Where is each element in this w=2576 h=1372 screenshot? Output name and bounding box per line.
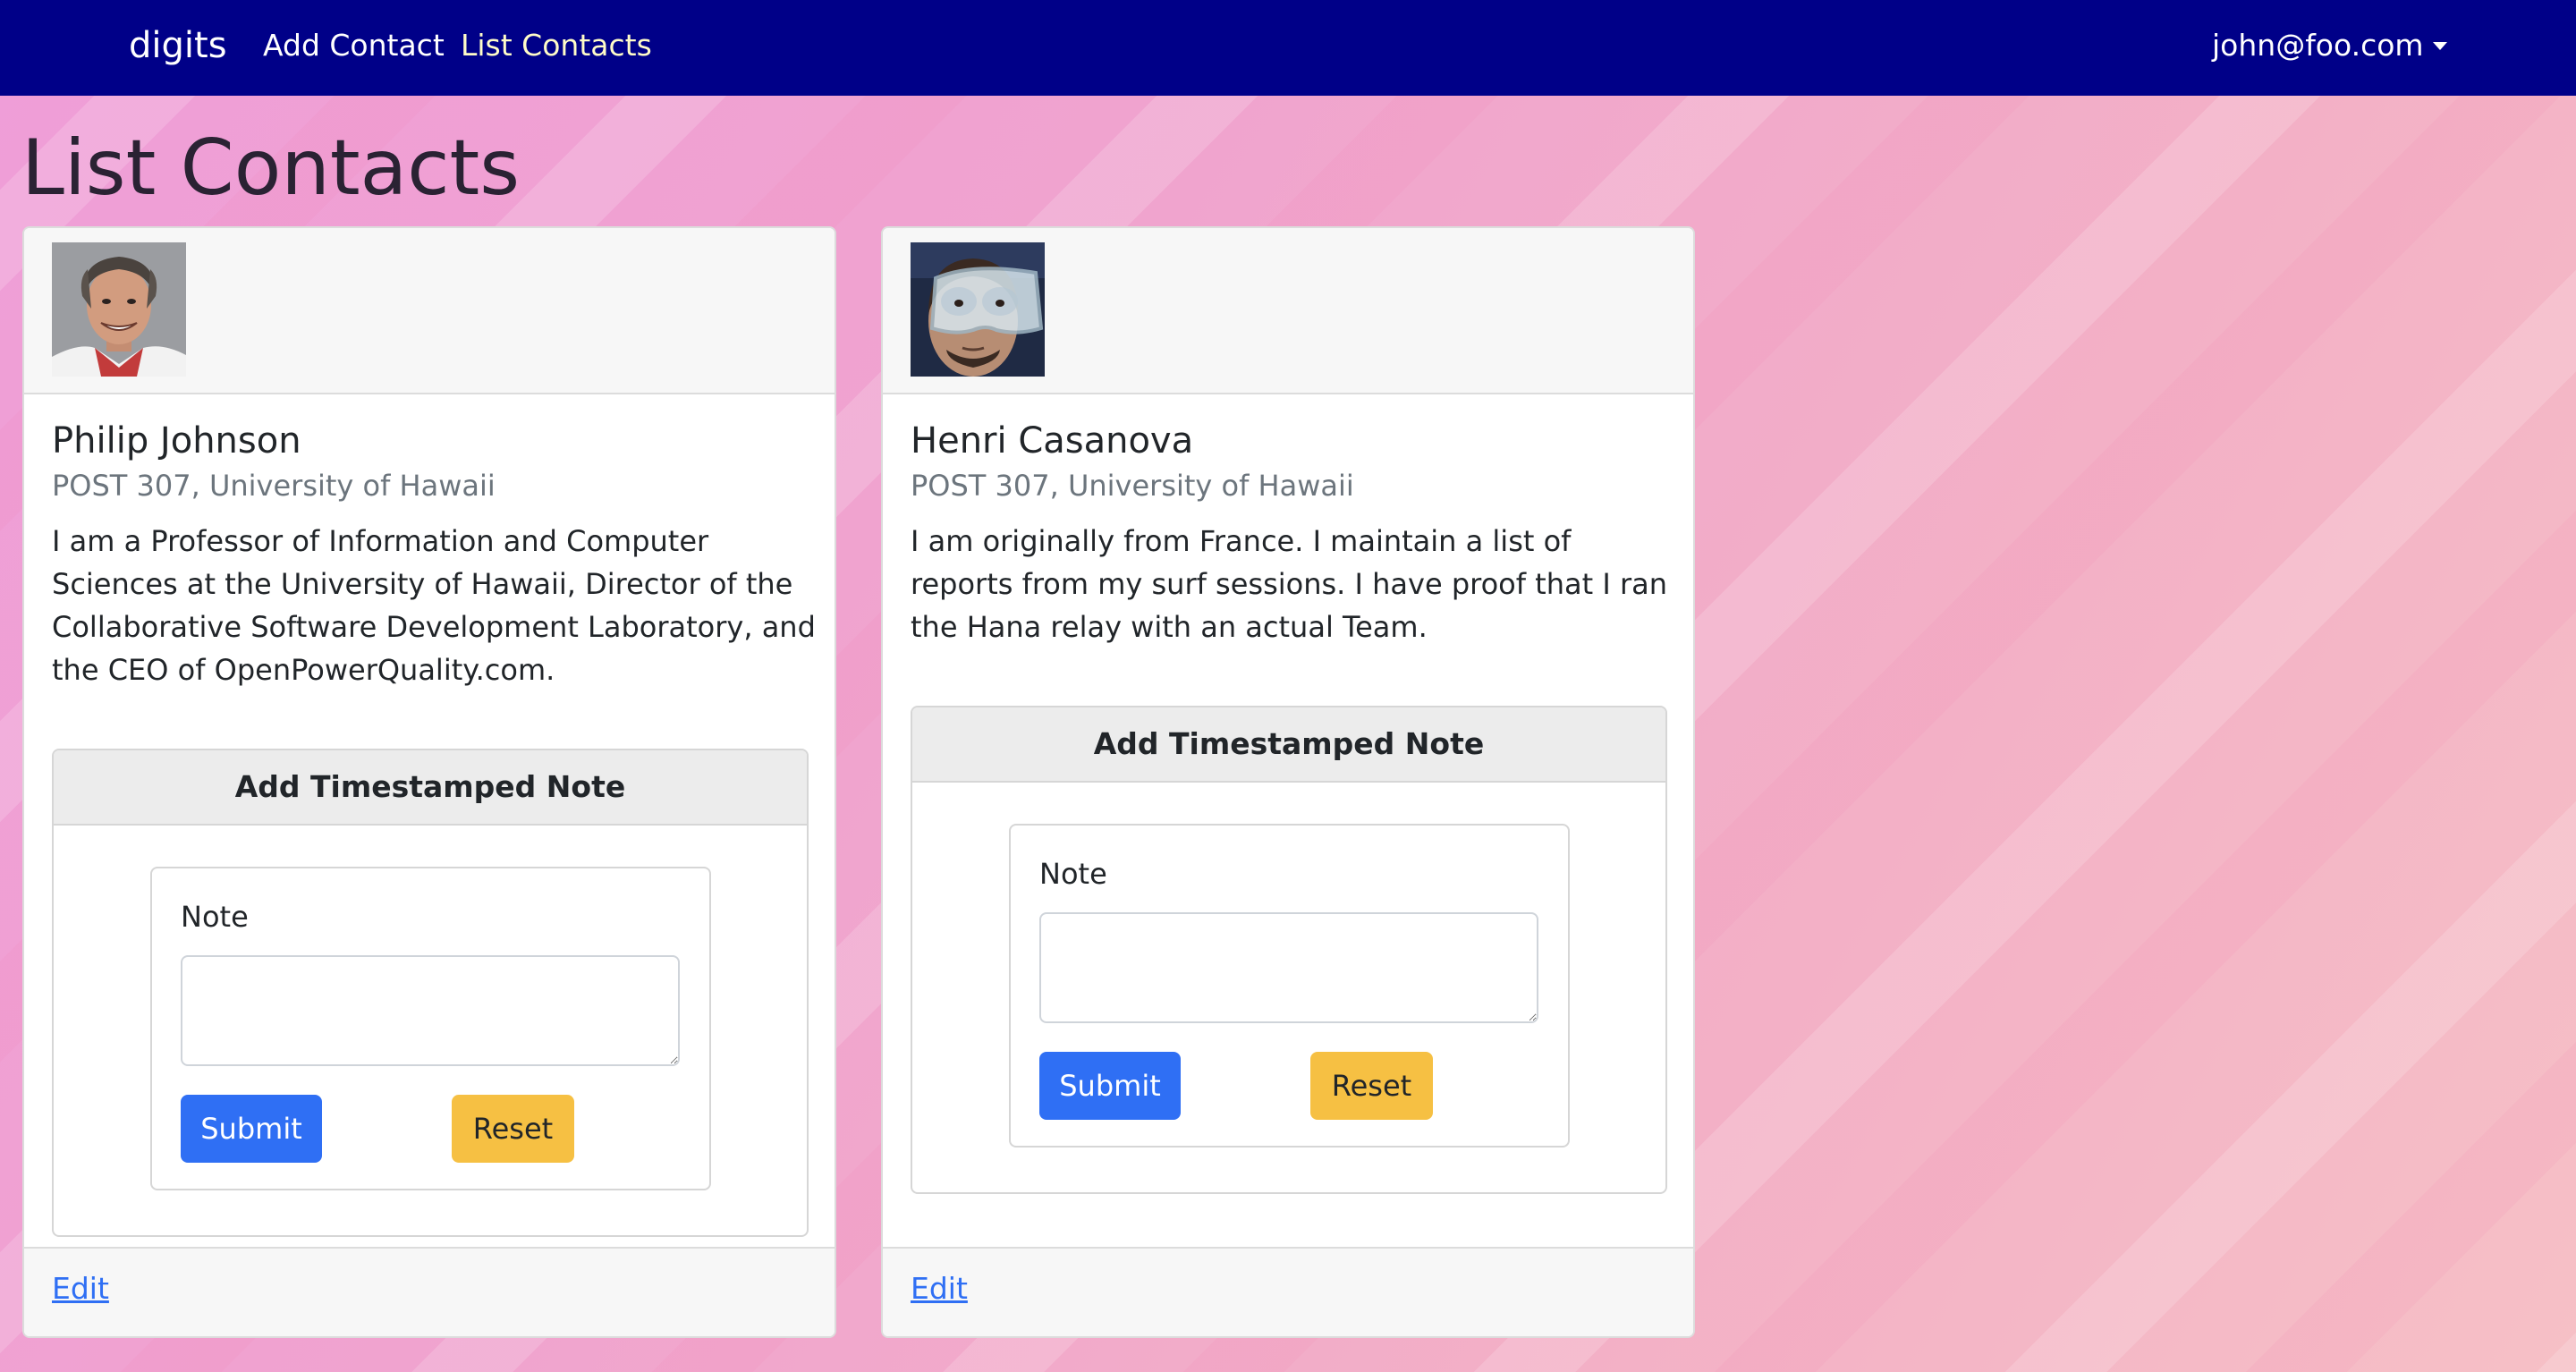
note-label: Note — [181, 900, 249, 934]
brand-logo[interactable]: digits — [129, 22, 227, 69]
note-label: Note — [1039, 857, 1107, 891]
contact-avatar — [911, 242, 1045, 377]
edit-link[interactable]: Edit — [911, 1270, 968, 1308]
contact-avatar — [52, 242, 186, 377]
contact-description: I am originally from France. I maintain … — [911, 524, 1667, 644]
add-note-card: Add Timestamped Note Note Submit Reset — [52, 749, 809, 1237]
contact-description: I am a Professor of Information and Comp… — [52, 524, 816, 687]
nav-add-contact[interactable]: Add Contact — [263, 27, 445, 64]
note-card-title: Add Timestamped Note — [54, 750, 807, 826]
note-form: Note Submit Reset — [150, 867, 711, 1190]
user-email: john@foo.com — [2212, 28, 2424, 63]
top-navbar: digits Add Contact List Contacts john@fo… — [0, 0, 2576, 96]
card-header — [883, 228, 1693, 394]
note-textarea[interactable] — [181, 955, 680, 1066]
edit-link[interactable]: Edit — [52, 1270, 109, 1308]
contact-name: Philip Johnson — [52, 420, 301, 462]
reset-button[interactable]: Reset — [1310, 1052, 1433, 1120]
card-header — [24, 228, 835, 394]
contact-address: POST 307, University of Hawaii — [52, 469, 496, 503]
contact-card: Philip Johnson POST 307, University of H… — [22, 226, 836, 1338]
note-textarea[interactable] — [1039, 912, 1538, 1023]
submit-button[interactable]: Submit — [1039, 1052, 1181, 1120]
add-note-card: Add Timestamped Note Note Submit Reset — [911, 706, 1667, 1194]
caret-down-icon — [2432, 42, 2447, 50]
nav-list-contacts[interactable]: List Contacts — [461, 27, 652, 64]
card-footer: Edit — [24, 1247, 835, 1336]
user-dropdown[interactable]: john@foo.com — [2212, 27, 2447, 64]
page-title: List Contacts — [21, 123, 521, 213]
note-card-title: Add Timestamped Note — [912, 707, 1665, 783]
note-form: Note Submit Reset — [1009, 824, 1570, 1148]
contact-address: POST 307, University of Hawaii — [911, 469, 1354, 503]
contact-card: Henri Casanova POST 307, University of H… — [881, 226, 1695, 1338]
contact-name: Henri Casanova — [911, 420, 1194, 462]
reset-button[interactable]: Reset — [452, 1095, 574, 1163]
card-footer: Edit — [883, 1247, 1693, 1336]
submit-button[interactable]: Submit — [181, 1095, 322, 1163]
